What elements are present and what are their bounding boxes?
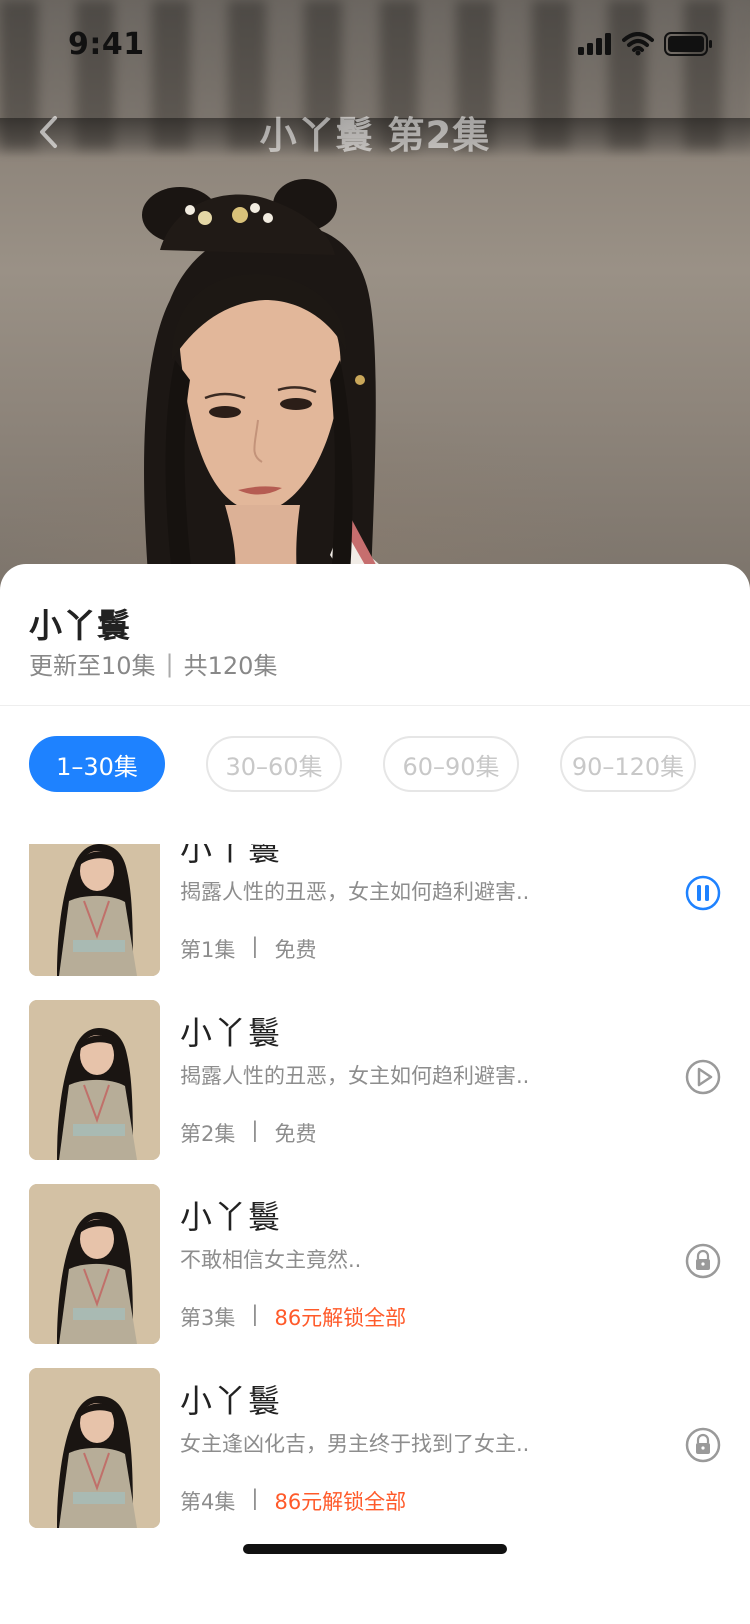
update-status: 更新至10集 <box>29 652 156 680</box>
status-icons <box>578 32 714 56</box>
episode-title: 小丫鬟 <box>180 1014 283 1052</box>
meta-separator: | <box>165 649 174 678</box>
episode-description: 揭露人性的丑恶，女主如何趋利避害.. <box>180 880 530 904</box>
episode-item[interactable]: 小丫鬟 女主逢凶化吉，男主终于找到了女主.. 第4集 | 86元解锁全部 <box>0 1368 750 1528</box>
nav-title: 小丫鬟 第2集 <box>259 114 491 157</box>
actress-portrait <box>142 179 420 600</box>
episode-thumbnail <box>29 1000 160 1160</box>
episode-info: 第1集 | 免费 <box>180 934 316 964</box>
episode-item[interactable]: 小丫鬟 揭露人性的丑恶，女主如何趋利避害.. 第2集 | 免费 <box>0 1000 750 1160</box>
episode-thumbnail <box>29 1184 160 1344</box>
battery-icon <box>664 32 712 56</box>
episode-thumbnail <box>29 1368 160 1528</box>
episode-title: 小丫鬟 <box>180 1382 283 1420</box>
lock-icon[interactable] <box>684 1426 722 1464</box>
home-indicator[interactable] <box>243 1544 507 1554</box>
tab-1-30[interactable]: 1–30集 <box>29 736 165 792</box>
tab-30-60[interactable]: 30–60集 <box>206 736 342 792</box>
episode-number: 第1集 <box>180 938 236 962</box>
tab-90-120[interactable]: 90–120集 <box>560 736 696 792</box>
chevron-left-icon <box>40 116 57 148</box>
tab-60-90[interactable]: 60–90集 <box>383 736 519 792</box>
episode-info: 第4集 | 86元解锁全部 <box>180 1486 406 1516</box>
episode-number: 第3集 <box>180 1306 236 1330</box>
episode-item[interactable]: 小丫鬟 揭露人性的丑恶，女主如何趋利避害.. 第1集 | 免费 <box>0 844 750 976</box>
thumbnail-image <box>29 1184 160 1344</box>
episode-info: 第3集 | 86元解锁全部 <box>180 1302 406 1332</box>
episode-description: 女主逢凶化吉，男主终于找到了女主.. <box>180 1432 530 1456</box>
drama-meta: 更新至10集 | 共120集 <box>29 646 277 681</box>
episode-list: 小丫鬟 揭露人性的丑恶，女主如何趋利避害.. 第1集 | 免费 小丫鬟 揭露人性… <box>0 844 750 1556</box>
thumbnail-image <box>29 844 160 976</box>
wifi-icon <box>622 32 654 56</box>
episode-price: 免费 <box>274 1122 317 1146</box>
episode-number: 第2集 <box>180 1122 236 1146</box>
episode-price[interactable]: 86元解锁全部 <box>274 1302 406 1332</box>
back-button[interactable] <box>26 110 70 154</box>
info-separator: | <box>251 1302 259 1326</box>
lock-icon[interactable] <box>684 1242 722 1280</box>
thumbnail-image <box>29 1000 160 1160</box>
play-icon[interactable] <box>684 1058 722 1096</box>
status-time: 9:41 <box>68 26 145 62</box>
episode-sheet: 小丫鬟 更新至10集 | 共120集 1–30集 30–60集 60–90集 9… <box>0 564 750 1624</box>
episode-range-tabs: 1–30集 30–60集 60–90集 90–120集 <box>29 736 750 796</box>
episode-description: 不敢相信女主竟然.. <box>180 1248 362 1272</box>
video-hero[interactable] <box>0 0 750 600</box>
info-separator: | <box>251 1486 259 1510</box>
pause-icon[interactable] <box>684 874 722 912</box>
nav-bar: 小丫鬟 第2集 <box>0 92 750 172</box>
episode-number: 第4集 <box>180 1490 236 1514</box>
episode-item[interactable]: 小丫鬟 不敢相信女主竟然.. 第3集 | 86元解锁全部 <box>0 1184 750 1344</box>
episode-title: 小丫鬟 <box>180 1198 283 1236</box>
drama-title: 小丫鬟 <box>29 606 131 645</box>
episode-price[interactable]: 86元解锁全部 <box>274 1486 406 1516</box>
thumbnail-image <box>29 1368 160 1528</box>
episode-price: 免费 <box>274 938 317 962</box>
episode-description: 揭露人性的丑恶，女主如何趋利避害.. <box>180 1064 530 1088</box>
episode-title: 小丫鬟 <box>180 844 283 868</box>
episode-thumbnail <box>29 844 160 976</box>
info-separator: | <box>251 934 259 958</box>
status-bar: 9:41 <box>0 0 750 88</box>
divider <box>0 705 750 706</box>
info-separator: | <box>251 1118 259 1142</box>
cellular-signal-icon <box>578 33 611 55</box>
total-episodes: 共120集 <box>183 652 278 680</box>
episode-info: 第2集 | 免费 <box>180 1118 316 1148</box>
